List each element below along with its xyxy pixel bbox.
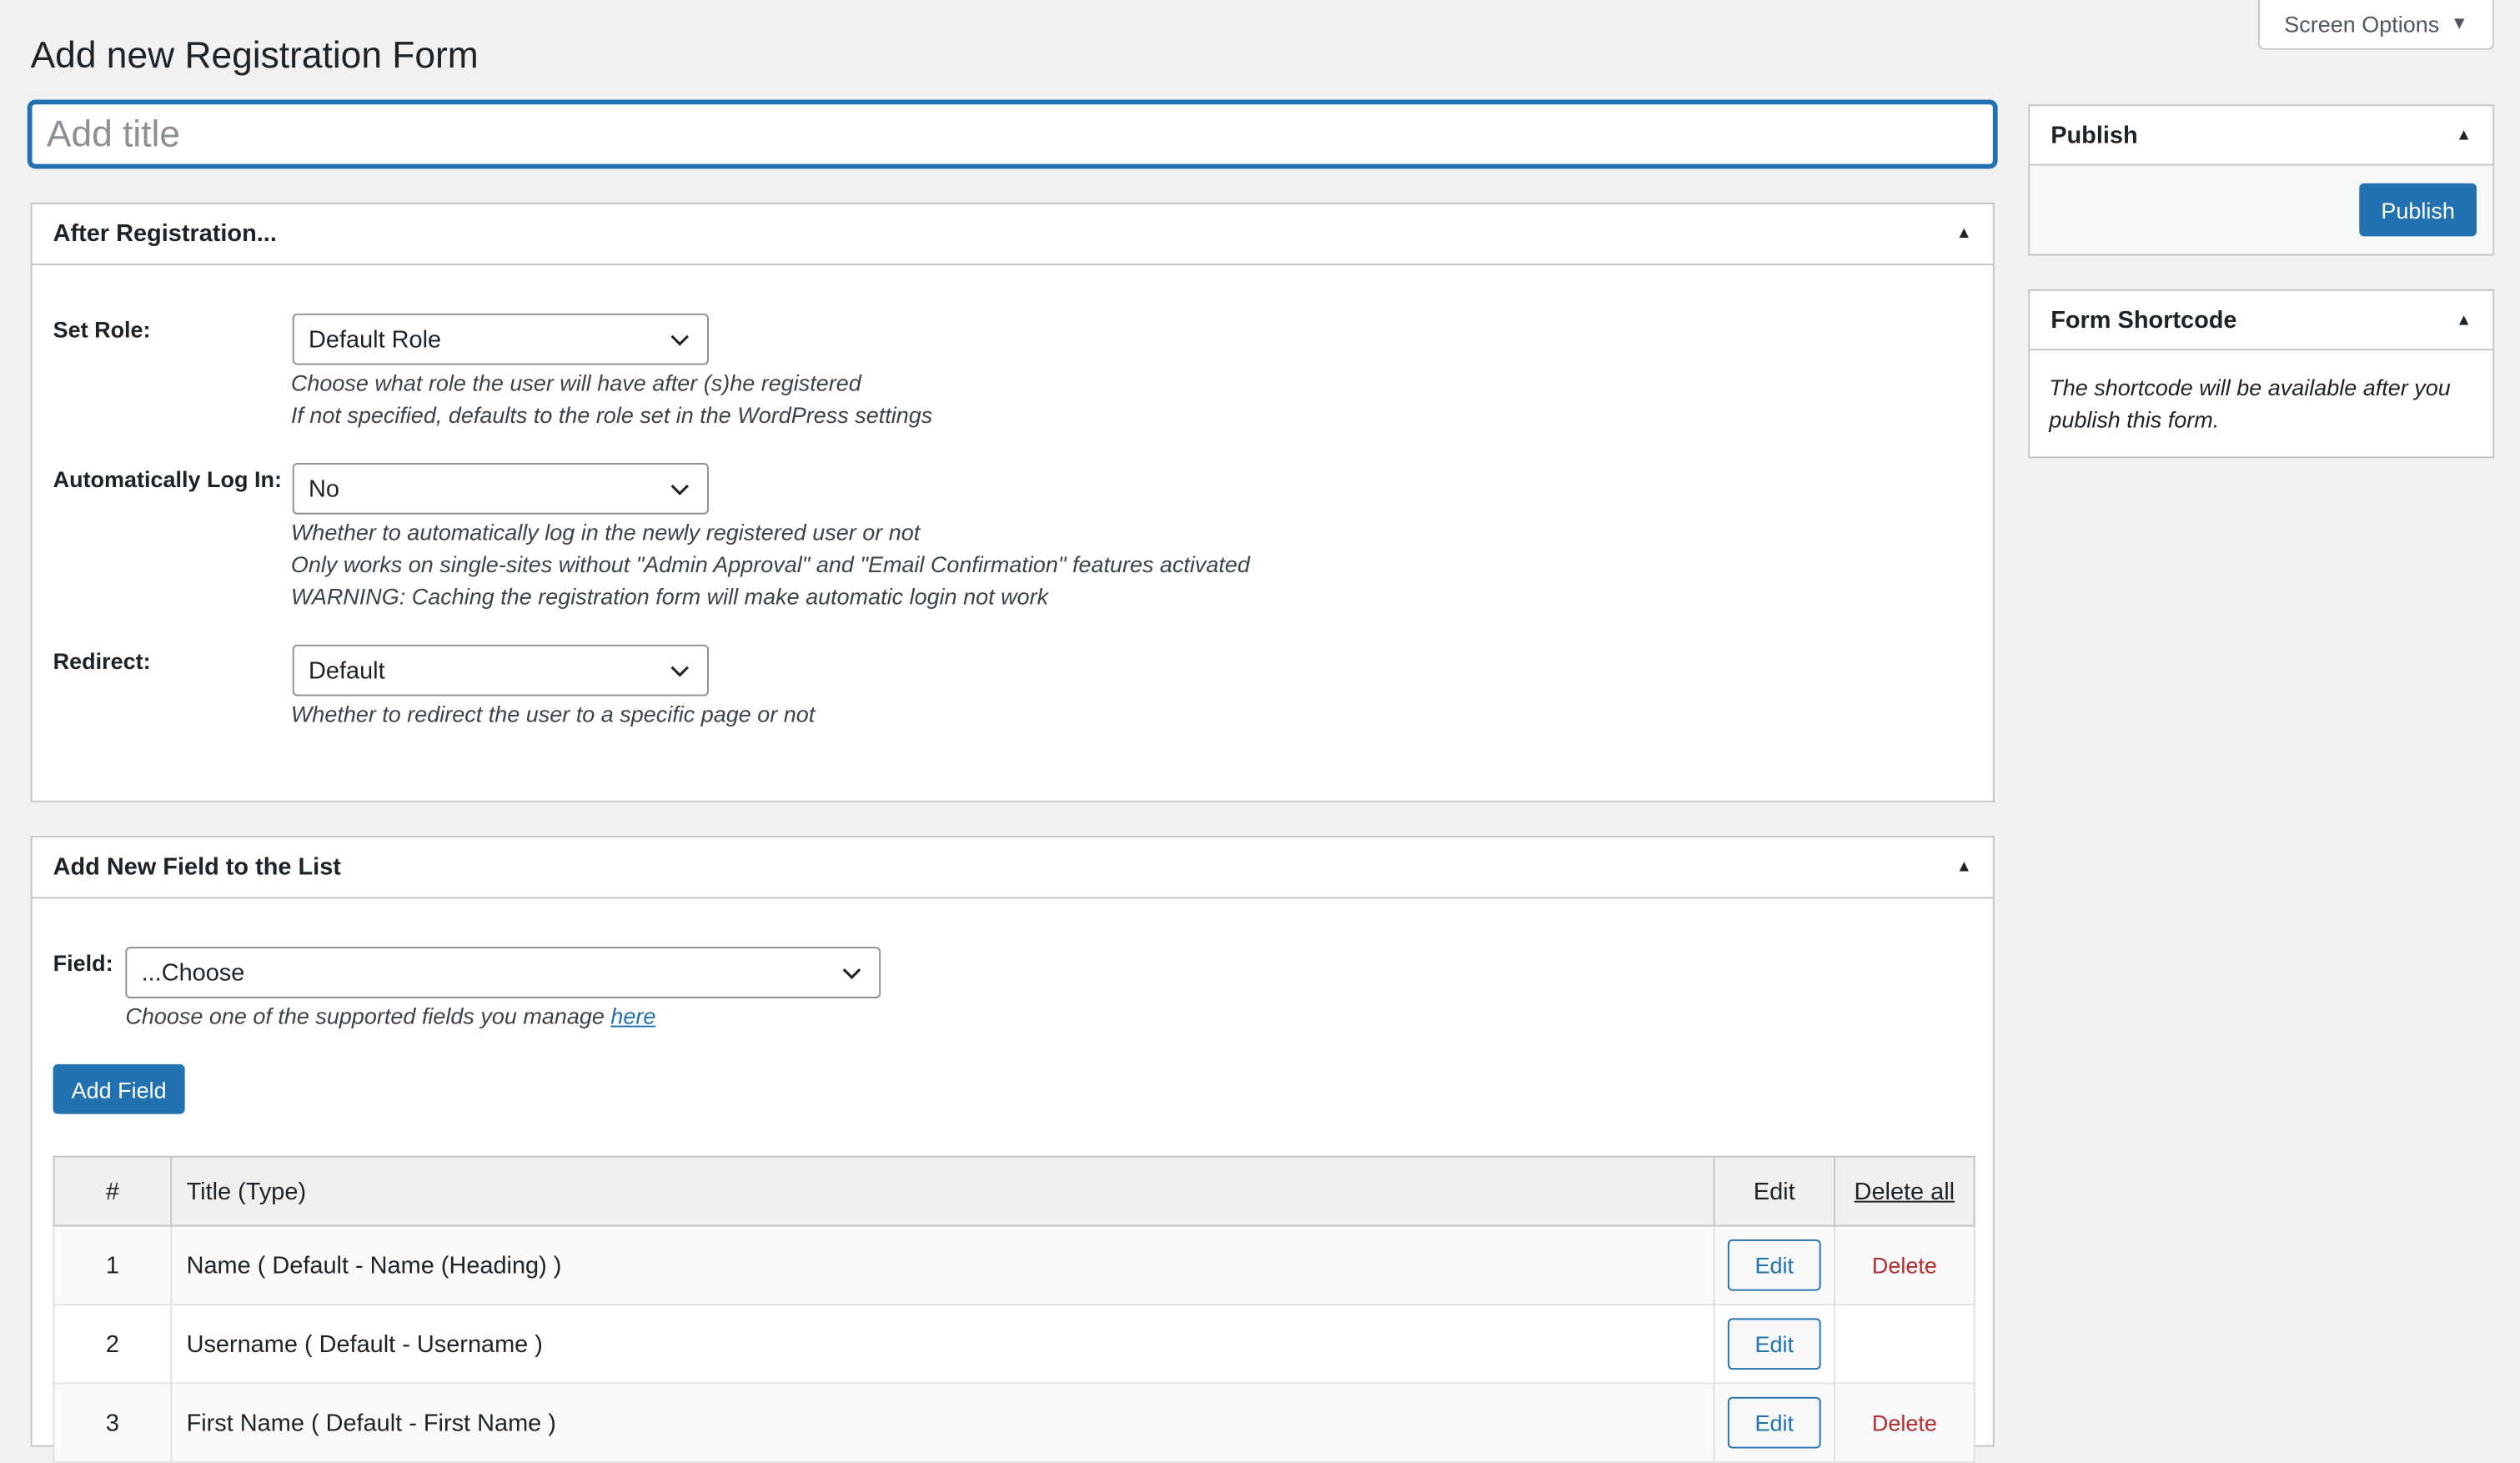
row-title: Name ( Default - Name (Heading) ) <box>170 1225 1715 1305</box>
admin-page: Screen Options ▼ Add new Registration Fo… <box>0 0 2520 1463</box>
add-field-button[interactable]: Add Field <box>53 1063 185 1114</box>
auto-login-value: No <box>309 475 340 503</box>
caret-down-icon: ▼ <box>2450 14 2468 34</box>
after-registration-heading: After Registration... <box>53 220 277 248</box>
chevron-down-icon <box>670 666 689 677</box>
table-header-row: # Title (Type) Edit Delete all <box>53 1155 1975 1227</box>
publish-heading: Publish <box>2051 121 2138 149</box>
field-label: Field: <box>53 950 113 976</box>
publish-button[interactable]: Publish <box>2359 183 2477 237</box>
after-registration-header[interactable]: After Registration... ▲ <box>32 204 1993 266</box>
collapse-toggle-icon[interactable]: ▲ <box>1956 225 1972 243</box>
row-number: 2 <box>53 1305 173 1385</box>
redirect-select[interactable]: Default <box>292 644 709 696</box>
col-header-title: Title (Type) <box>170 1155 1715 1227</box>
screen-options-button[interactable]: Screen Options ▼ <box>2257 0 2495 50</box>
set-role-desc-line: If not specified, defaults to the role s… <box>290 401 933 428</box>
auto-login-desc-line: Whether to automatically log in the newl… <box>290 519 921 545</box>
row-title: First Name ( Default - First Name ) <box>170 1383 1715 1463</box>
redirect-label: Redirect: <box>53 647 151 674</box>
auto-login-desc-line: Only works on single-sites without "Admi… <box>290 551 1250 577</box>
redirect-value: Default <box>309 656 385 685</box>
chevron-down-icon <box>670 484 689 495</box>
redirect-desc-line: Whether to redirect the user to a specif… <box>290 701 816 727</box>
row-edit-cell: Edit <box>1713 1383 1835 1463</box>
row-number: 3 <box>53 1383 173 1463</box>
collapse-toggle-icon[interactable]: ▲ <box>2456 126 2472 143</box>
add-field-box: Add New Field to the List ▲ Field: ...Ch… <box>30 836 1995 1463</box>
field-description: Choose one of the supported fields you m… <box>125 1000 655 1033</box>
row-edit-cell: Edit <box>1713 1225 1835 1305</box>
form-shortcode-box: Form Shortcode ▲ The shortcode will be a… <box>2028 289 2495 459</box>
field-select[interactable]: ...Choose <box>125 947 881 998</box>
table-row: 3 First Name ( Default - First Name ) Ed… <box>53 1383 1975 1463</box>
collapse-toggle-icon[interactable]: ▲ <box>2456 311 2472 329</box>
edit-button[interactable]: Edit <box>1727 1318 1821 1370</box>
chevron-down-icon <box>842 968 861 979</box>
delete-all-label[interactable]: Delete all <box>1855 1178 1955 1205</box>
add-field-header[interactable]: Add New Field to the List ▲ <box>32 837 1993 899</box>
table-row: 2 Username ( Default - Username ) Edit <box>53 1305 1975 1385</box>
delete-link[interactable]: Delete <box>1872 1251 1937 1277</box>
edit-button[interactable]: Edit <box>1727 1239 1821 1291</box>
set-role-select[interactable]: Default Role <box>292 313 709 365</box>
form-shortcode-heading: Form Shortcode <box>2051 306 2237 334</box>
row-delete-cell <box>1834 1305 1975 1385</box>
field-desc-text: Choose one of the supported fields you m… <box>125 1003 611 1029</box>
add-field-heading: Add New Field to the List <box>53 853 341 882</box>
edit-button[interactable]: Edit <box>1727 1396 1821 1449</box>
publish-actions: Publish <box>2030 165 2493 254</box>
publish-box: Publish ▲ Publish <box>2028 104 2495 256</box>
auto-login-label: Automatically Log In: <box>53 465 282 492</box>
screen-options-label: Screen Options <box>2284 11 2440 38</box>
row-edit-cell: Edit <box>1713 1305 1835 1385</box>
delete-all-link[interactable]: Delete all <box>1834 1155 1975 1227</box>
auto-login-description: Whether to automatically log in the newl… <box>291 516 1250 613</box>
delete-link[interactable]: Delete <box>1872 1409 1937 1435</box>
form-shortcode-header[interactable]: Form Shortcode ▲ <box>2030 291 2493 351</box>
col-header-edit: Edit <box>1713 1155 1835 1227</box>
set-role-label: Set Role: <box>53 316 151 343</box>
row-delete-cell: Delete <box>1834 1225 1975 1305</box>
publish-header[interactable]: Publish ▲ <box>2030 106 2493 166</box>
row-delete-cell: Delete <box>1834 1383 1975 1463</box>
row-title: Username ( Default - Username ) <box>170 1305 1715 1385</box>
field-select-value: ...Choose <box>141 958 245 987</box>
form-shortcode-text: The shortcode will be available after yo… <box>2049 375 2451 433</box>
table-row: 1 Name ( Default - Name (Heading) ) Edit… <box>53 1225 1975 1305</box>
collapse-toggle-icon[interactable]: ▲ <box>1956 858 1972 876</box>
redirect-description: Whether to redirect the user to a specif… <box>291 697 815 730</box>
col-header-number: # <box>53 1155 173 1227</box>
chevron-down-icon <box>670 334 689 346</box>
manage-fields-link[interactable]: here <box>610 1003 655 1029</box>
page-title: Add new Registration Form <box>30 33 479 76</box>
auto-login-desc-line: WARNING: Caching the registration form w… <box>290 583 1049 610</box>
auto-login-select[interactable]: No <box>292 463 709 515</box>
set-role-value: Default Role <box>309 325 442 354</box>
row-number: 1 <box>53 1225 173 1305</box>
set-role-desc-line: Choose what role the user will have afte… <box>290 370 861 396</box>
fields-table: # Title (Type) Edit Delete all 1 Name ( … <box>53 1155 1975 1463</box>
form-title-input[interactable] <box>28 101 1996 168</box>
after-registration-box: After Registration... ▲ Set Role: Defaul… <box>30 202 1995 802</box>
set-role-description: Choose what role the user will have afte… <box>291 366 932 430</box>
